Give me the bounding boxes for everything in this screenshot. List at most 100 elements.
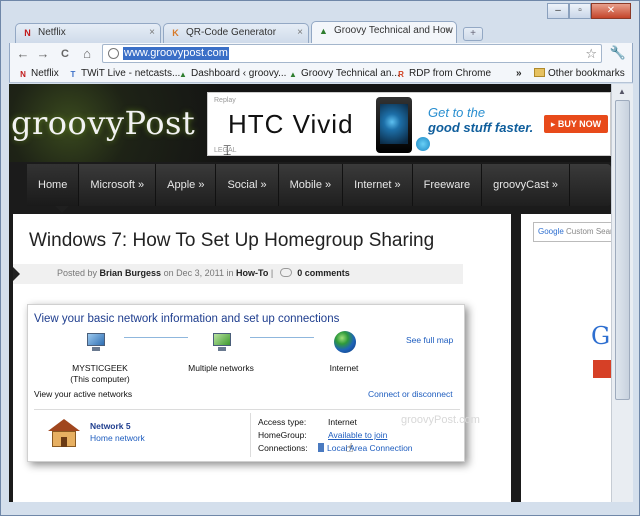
buy-now-button[interactable]: ▸ BUY NOW [544, 115, 608, 133]
address-url-text[interactable]: www.groovypost.com [123, 47, 229, 60]
active-networks-heading: View your active networks [34, 389, 133, 399]
bookmark-label: RDP from Chrome [409, 68, 492, 79]
phone-image [376, 97, 412, 153]
access-type-label: Access type: [258, 417, 307, 427]
new-tab-button[interactable]: + [463, 27, 483, 41]
bookmark-rdp[interactable]: R RDP from Chrome [396, 68, 491, 80]
page-globe-icon [108, 48, 119, 59]
nav-groovycast[interactable]: groovyCast » [482, 164, 570, 206]
watermark: groovyPost.com [401, 414, 480, 426]
back-button[interactable]: ← [14, 45, 32, 63]
network-name: Network 5 [90, 421, 131, 431]
bookmark-label: Dashboard ‹ groovy... [191, 68, 287, 79]
address-bar[interactable]: www.groovypost.com ☆ [102, 44, 602, 63]
bookmarks-bar: N Netflix T TWiT Live - netcasts... ▲ Dashb… [9, 65, 633, 83]
post-meta: Posted by Brian Burgess on Dec 3, 2011 i… [57, 268, 350, 278]
groovypost-bookmark-icon: ▲ [289, 70, 297, 79]
nav-social[interactable]: Social » [216, 164, 279, 206]
wrench-menu-icon[interactable]: 🔧 [610, 45, 626, 61]
homegroup-label: HomeGroup: [258, 430, 307, 440]
qr-favicon-icon: K [172, 28, 179, 38]
browser-toolbar: ← → C ⌂ www.groovypost.com ☆ 🔧 [9, 43, 633, 65]
groovypost-bookmark-icon: ▲ [179, 70, 187, 79]
tab-title: Groovy Technical and How [334, 25, 453, 36]
panel-divider [34, 409, 460, 410]
ad-tagline: Get to the good stuff faster. [428, 105, 533, 135]
sidebar-red-badge[interactable] [593, 360, 611, 378]
rdp-bookmark-icon: R [398, 70, 404, 79]
site-header: groovyPost Replay HTC Vivid Get to the g… [9, 84, 611, 162]
reload-button[interactable]: C [56, 45, 74, 63]
tab-close-icon[interactable]: × [445, 25, 451, 36]
nav-microsoft[interactable]: Microsoft » [79, 164, 157, 206]
see-full-map-link[interactable]: See full map [406, 335, 453, 345]
nav-mobile[interactable]: Mobile » [279, 164, 344, 206]
comments-link[interactable]: 0 comments [297, 268, 350, 278]
network-center-screenshot: View your basic network information and … [27, 304, 465, 462]
computer-icon [84, 333, 108, 353]
nav-apple[interactable]: Apple » [156, 164, 217, 206]
bookmarks-overflow-chevron-icon[interactable]: » [516, 68, 522, 79]
window-controls: – ▫ ✕ [547, 3, 631, 19]
post-author-link[interactable]: Brian Burgess [100, 268, 162, 278]
ad-tagline-line1: Get to the [428, 105, 486, 120]
tab-netflix[interactable]: N Netflix × [15, 23, 161, 43]
other-bookmarks-folder[interactable]: Other bookmarks [534, 68, 625, 79]
local-area-connection-link[interactable]: Local Area Connection [318, 443, 413, 453]
close-button[interactable]: ✕ [591, 3, 631, 19]
bookmark-label: Groovy Technical an... [301, 68, 400, 79]
search-placeholder: Custom Search [566, 227, 611, 236]
tab-title: Netflix [38, 27, 66, 38]
nav-internet[interactable]: Internet » [343, 164, 413, 206]
article-area: Windows 7: How To Set Up Homegroup Shari… [13, 214, 511, 502]
bookmark-netflix[interactable]: N Netflix [18, 68, 59, 80]
connections-label: Connections: [258, 443, 308, 453]
bookmark-groovy-technical[interactable]: ▲ Groovy Technical an... [288, 68, 400, 80]
panel-vertical-divider [250, 413, 251, 457]
groovypost-favicon-icon: ▲ [319, 26, 328, 36]
bookmark-label: Netflix [31, 68, 59, 79]
network-map-line [124, 337, 188, 338]
meta-arrow-icon [13, 267, 20, 281]
tab-strip: N Netflix × K QR-Code Generator × ▲ Groo… [15, 21, 483, 43]
sidebar-widget-letter: G [591, 322, 611, 350]
nav-freeware[interactable]: Freeware [413, 164, 483, 206]
home-network-link[interactable]: Home network [90, 433, 145, 443]
bookmark-star-icon[interactable]: ☆ [585, 46, 597, 62]
forward-button[interactable]: → [34, 45, 52, 63]
scroll-up-arrow-icon[interactable]: ▲ [618, 87, 626, 96]
comment-bubble-icon [279, 268, 292, 277]
node-computer-name: MYSTICGEEK [72, 363, 128, 373]
vertical-scrollbar[interactable]: ▲ [611, 84, 633, 502]
maximize-button[interactable]: ▫ [569, 3, 591, 19]
tab-qr-code-generator[interactable]: K QR-Code Generator × [163, 23, 309, 43]
htc-ad-banner[interactable]: Replay HTC Vivid Get to the good stuff f… [207, 92, 611, 156]
search-brand: Google [538, 227, 564, 236]
bookmark-label: Other bookmarks [548, 68, 625, 79]
post-title[interactable]: Windows 7: How To Set Up Homegroup Shari… [29, 230, 434, 252]
connect-disconnect-link[interactable]: Connect or disconnect [368, 389, 453, 399]
bookmark-twit[interactable]: T TWiT Live - netcasts... [68, 68, 181, 80]
site-logo[interactable]: groovyPost [11, 104, 195, 142]
custom-search-input[interactable]: Google Custom Search [533, 222, 611, 242]
minimize-button[interactable]: – [547, 3, 569, 19]
ad-brand: HTC Vivid [228, 109, 354, 139]
nav-home[interactable]: Home [27, 164, 80, 206]
tab-close-icon[interactable]: × [297, 27, 303, 38]
post-category-link[interactable]: How-To [236, 268, 268, 278]
bookmark-dashboard[interactable]: ▲ Dashboard ‹ groovy... [178, 68, 286, 80]
multiple-networks-icon [210, 333, 234, 353]
tab-groovypost[interactable]: ▲ Groovy Technical and How × [311, 21, 457, 43]
network-map-line [250, 337, 314, 338]
folder-icon [534, 68, 545, 77]
tab-close-icon[interactable]: × [149, 27, 155, 38]
scrollbar-thumb[interactable] [615, 100, 630, 400]
meta-posted-by: Posted by [57, 268, 98, 278]
nav-active-pointer [55, 206, 69, 213]
home-button[interactable]: ⌂ [78, 45, 96, 63]
tab-title: QR-Code Generator [186, 27, 277, 38]
panel-title: View your basic network information and … [34, 313, 340, 325]
available-to-join-link[interactable]: Available to join [328, 430, 387, 440]
site-nav: Home Microsoft » Apple » Social » Mobile… [27, 164, 611, 206]
ad-replay-link[interactable]: Replay [214, 97, 236, 104]
